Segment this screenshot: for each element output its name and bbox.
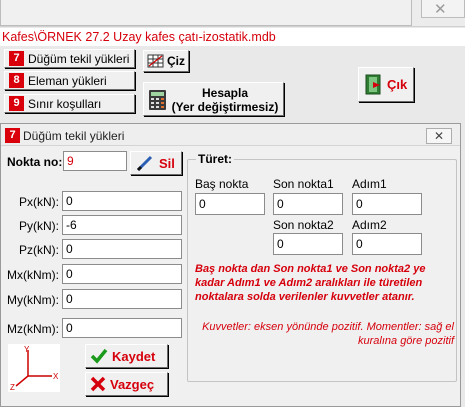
son-nokta1-input[interactable] [273, 193, 343, 215]
adim2-label: Adım2 [352, 218, 387, 232]
turet-warning: Baş nokta dan Son nokta1 ve Son nokta2 y… [195, 263, 426, 303]
menu-button-eleman-yukleri[interactable]: 8 Eleman yükleri [4, 71, 135, 90]
dialog-close-button[interactable]: ✕ [426, 128, 452, 144]
adim1-label: Adım1 [352, 177, 387, 191]
number-badge: 7 [9, 51, 24, 66]
kaydet-label: Kaydet [112, 348, 156, 364]
cik-button[interactable]: Çık [358, 67, 414, 102]
menu-label: Düğüm tekil yükleri [28, 51, 130, 66]
dialog-title-badge: 7 [5, 128, 20, 143]
bas-nokta-label: Baş nokta [195, 177, 249, 191]
database-path: Kafes\ÖRNEK 27.2 Uzay kafes çatı-izostat… [2, 30, 276, 44]
bas-nokta-input[interactable] [195, 193, 265, 215]
mx-label: Mx(kNm): [7, 268, 59, 282]
hesapla-sublabel: (Yer değiştirmesiz) [171, 100, 279, 114]
eraser-pen-icon [136, 155, 153, 172]
adim1-input[interactable] [352, 193, 422, 215]
ciz-button[interactable]: Çiz [143, 50, 189, 72]
py-label: Py(kN): [19, 219, 59, 233]
number-badge: 8 [9, 73, 24, 88]
dialog-title: Düğüm tekil yükleri [23, 129, 125, 143]
grid-draw-icon [147, 54, 164, 68]
px-label: Px(kN): [19, 195, 59, 209]
close-icon: ✕ [434, 1, 447, 18]
axis-z-label: Z [10, 383, 15, 392]
pz-label: Pz(kN): [19, 243, 59, 257]
pz-input[interactable] [62, 239, 182, 259]
my-input[interactable] [62, 289, 182, 309]
vazgec-button[interactable]: Vazgeç [85, 372, 168, 396]
axis-x-label: X [53, 372, 59, 381]
menu-label: Sınır koşulları [28, 96, 102, 111]
adim2-input[interactable] [352, 233, 422, 255]
sil-label: Sil [159, 155, 175, 171]
py-input[interactable] [62, 215, 182, 235]
hesapla-label: Hesapla [201, 86, 249, 100]
number-badge: 9 [9, 96, 24, 111]
mz-input[interactable] [62, 318, 182, 338]
px-input[interactable] [62, 191, 182, 211]
checkmark-icon [90, 348, 108, 364]
hesapla-button[interactable]: Hesapla (Yer değiştirmesiz) [143, 82, 284, 116]
son-nokta1-label: Son nokta1 [273, 177, 334, 191]
cik-label: Çık [387, 77, 408, 92]
sign-convention-note: Kuvvetler: eksen yönünde pozitif. Moment… [202, 321, 454, 347]
nokta-no-input[interactable] [63, 151, 127, 171]
turet-title: Türet: [196, 152, 234, 166]
mx-input[interactable] [62, 264, 182, 284]
menu-label: Eleman yükleri [28, 73, 107, 88]
cancel-x-icon [90, 376, 106, 392]
axes-icon: Y X Z [8, 344, 60, 392]
son-nokta2-label: Son nokta2 [273, 218, 334, 232]
my-label: My(kNm): [7, 293, 59, 307]
sil-button[interactable]: Sil [130, 151, 182, 175]
main-close-button[interactable]: ✕ [421, 0, 465, 18]
son-nokta2-input[interactable] [273, 233, 343, 255]
menu-button-sinir-kosullari[interactable]: 9 Sınır koşulları [4, 94, 135, 113]
close-icon: ✕ [433, 129, 445, 143]
axis-y-label: Y [24, 345, 30, 354]
kaydet-button[interactable]: Kaydet [85, 344, 168, 368]
main-top-panel [0, 0, 412, 26]
mz-label: Mz(kNm): [7, 322, 59, 336]
ciz-label: Çiz [167, 54, 185, 68]
exit-door-icon [365, 74, 381, 94]
nokta-no-label: Nokta no: [7, 155, 63, 169]
menu-button-dugum-tekil[interactable]: 7 Düğüm tekil yükleri [4, 49, 135, 68]
vazgec-label: Vazgeç [110, 376, 155, 392]
calculator-icon [149, 90, 166, 110]
